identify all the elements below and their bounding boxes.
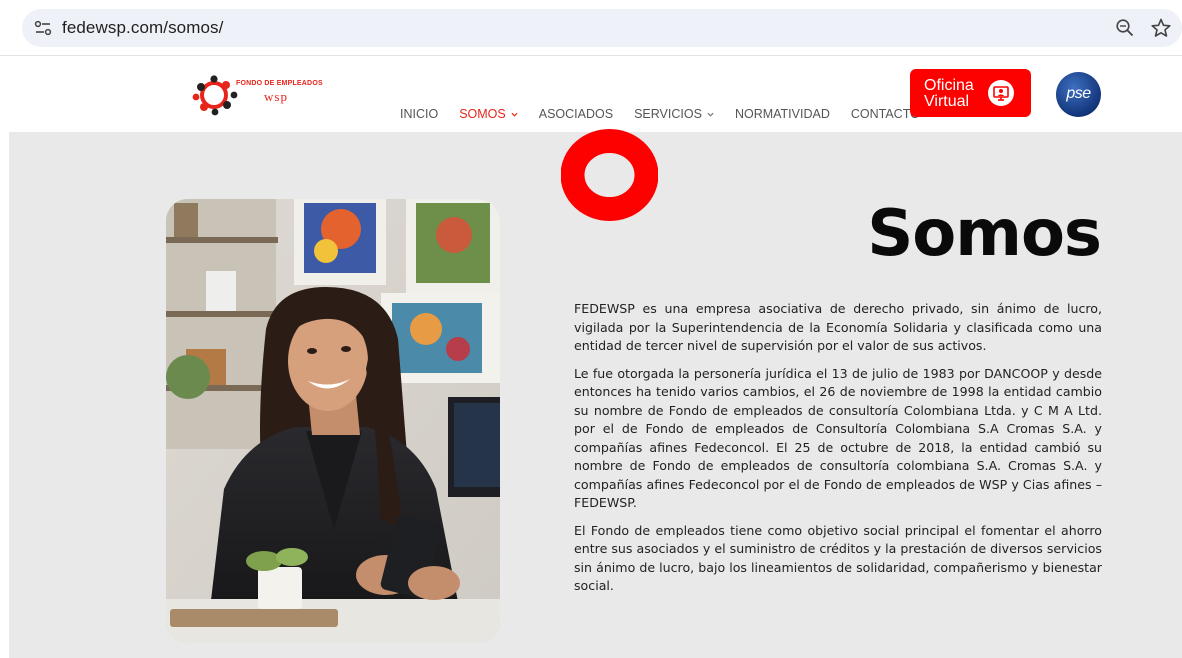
somos-section: Somos FEDEWSP es una empresa asociativa …: [9, 129, 1182, 658]
monitor-user-icon: [988, 80, 1014, 106]
logo-title: FONDO DE EMPLEADOS: [236, 80, 323, 87]
bookmark-star-icon[interactable]: [1150, 17, 1172, 39]
pse-label: pse: [1066, 85, 1091, 102]
decorative-red-ring: [561, 129, 658, 221]
pse-payment-button[interactable]: pse: [1056, 72, 1101, 117]
somos-description: FEDEWSP es una empresa asociativa de der…: [574, 300, 1102, 605]
zoom-icon[interactable]: [1115, 18, 1135, 38]
nav-item-normatividad[interactable]: NORMATIVIDAD: [735, 107, 830, 121]
team-member-photo: [166, 199, 500, 643]
photo-illustration: [166, 199, 500, 643]
paragraph-intro: FEDEWSP es una empresa asociativa de der…: [574, 301, 1102, 353]
url-text[interactable]: fedewsp.com/somos/: [62, 18, 223, 38]
paragraph-history: Le fue otorgada la personería jurídica e…: [574, 365, 1102, 511]
nav-item-inicio[interactable]: INICIO: [400, 107, 438, 121]
nav-item-servicios[interactable]: SERVICIOS: [634, 107, 714, 121]
nav-label: SERVICIOS: [634, 107, 702, 121]
main-nav: INICIO SOMOS ASOCIADOS SERVICIOS NORMATI…: [400, 104, 941, 124]
logo-mark-icon: [192, 75, 238, 116]
browser-toolbar: fedewsp.com/somos/: [0, 0, 1182, 56]
page-title: Somos: [867, 197, 1102, 271]
site-header: FONDO DE EMPLEADOS wsp INICIO SOMOS ASOC…: [0, 57, 1182, 132]
site-info-icon[interactable]: [34, 19, 52, 37]
oficina-label-line1: Oficina: [924, 77, 974, 94]
nav-label: SOMOS: [459, 107, 506, 121]
nav-item-somos[interactable]: SOMOS: [459, 107, 518, 121]
chevron-down-icon: [707, 112, 714, 117]
paragraph-objective: El Fondo de empleados tiene como objetiv…: [574, 522, 1102, 594]
nav-item-asociados[interactable]: ASOCIADOS: [539, 107, 613, 121]
nav-label: INICIO: [400, 107, 439, 121]
logo-wsp: wsp: [264, 89, 288, 104]
chevron-down-icon: [511, 112, 518, 117]
nav-label: NORMATIVIDAD: [734, 107, 830, 121]
oficina-virtual-button[interactable]: Oficina Virtual: [910, 69, 1031, 117]
logo[interactable]: FONDO DE EMPLEADOS wsp: [192, 71, 337, 117]
address-bar[interactable]: fedewsp.com/somos/: [22, 9, 1182, 47]
nav-label: ASOCIADOS: [538, 107, 614, 121]
oficina-label-line2: Virtual: [924, 93, 970, 110]
